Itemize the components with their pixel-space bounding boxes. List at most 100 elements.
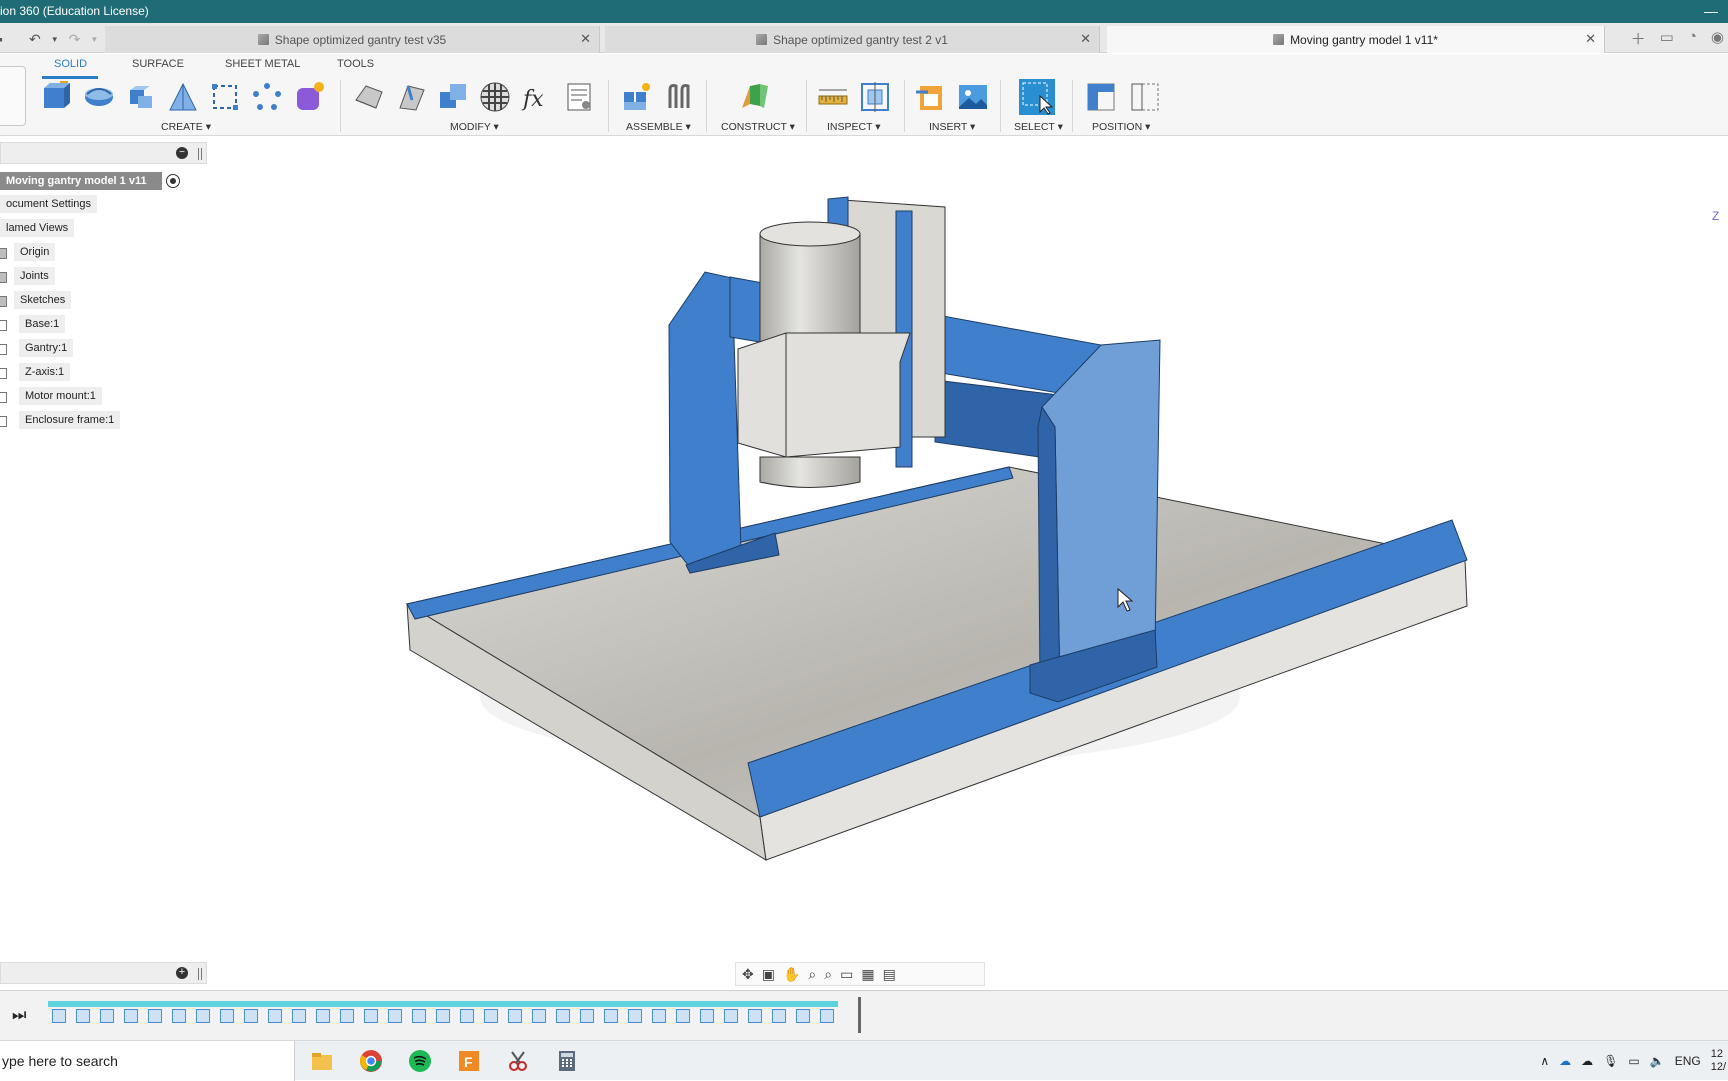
close-icon[interactable]: ✕ [1080, 31, 1091, 47]
pan-icon[interactable]: ✋ [783, 966, 800, 983]
visibility-icon[interactable] [0, 272, 7, 283]
comments-icon[interactable]: ▭ [1660, 28, 1674, 49]
timeline-feature[interactable] [268, 1009, 282, 1023]
show-hidden-icons-icon[interactable]: ∧ [1540, 1054, 1549, 1068]
insert-derive-icon[interactable] [914, 80, 948, 114]
pin-comments-icon[interactable] [198, 968, 202, 980]
viewports-icon[interactable]: ▤ [883, 966, 896, 983]
measure-icon[interactable] [816, 80, 850, 114]
revolve-icon[interactable] [124, 80, 158, 114]
tab-tools[interactable]: TOOLS [337, 58, 374, 70]
tree-item-joints[interactable]: Joints [14, 267, 55, 285]
visibility-icon[interactable] [0, 296, 7, 307]
capture-position-icon[interactable] [1084, 80, 1118, 114]
tree-item-base[interactable]: Base:1 [19, 315, 66, 333]
select-icon[interactable] [1018, 78, 1056, 116]
doc-tab-gantry-test-v35[interactable]: Shape optimized gantry test v35 ✕ [105, 26, 600, 53]
pin-browser-icon[interactable] [198, 148, 202, 160]
redo-icon[interactable]: ↷ [69, 31, 81, 48]
undo-icon[interactable]: ↶ [29, 31, 41, 48]
joint-icon[interactable] [662, 80, 696, 114]
timeline-feature[interactable] [652, 1009, 666, 1023]
tree-item-named-views[interactable]: lamed Views [0, 219, 75, 237]
timeline-feature[interactable] [148, 1009, 162, 1023]
component-icon[interactable] [0, 392, 7, 403]
minimize-button[interactable]: — [1704, 0, 1718, 23]
tree-item-enclosure-frame[interactable]: Enclosure frame:1 [19, 411, 121, 429]
cloud-sync-icon[interactable]: ☁ [1581, 1054, 1593, 1068]
modify-menu[interactable]: MODIFY ▾ [450, 121, 499, 133]
combine-icon[interactable] [436, 80, 470, 114]
tab-surface[interactable]: SURFACE [132, 58, 184, 70]
undo-dropdown-icon[interactable]: ▼ [51, 35, 59, 44]
visibility-icon[interactable] [0, 248, 7, 259]
timeline-feature[interactable] [772, 1009, 786, 1023]
insert-menu[interactable]: INSERT ▾ [929, 121, 975, 133]
fit-icon[interactable]: ⌕ [824, 966, 832, 983]
onedrive-icon[interactable]: ☁ [1559, 1054, 1571, 1068]
timeline-feature[interactable] [628, 1009, 642, 1023]
timeline-feature[interactable] [460, 1009, 474, 1023]
timeline-feature[interactable] [436, 1009, 450, 1023]
extrude-icon[interactable] [82, 80, 116, 114]
tree-item-origin[interactable]: Origin [14, 243, 56, 261]
timeline-feature[interactable] [532, 1009, 546, 1023]
add-comment-icon[interactable]: + [176, 967, 188, 979]
grid-settings-icon[interactable]: ▦ [861, 966, 874, 983]
display-settings-icon[interactable]: ▭ [840, 966, 853, 983]
spotify-icon[interactable] [408, 1049, 432, 1073]
collapse-browser-icon[interactable]: − [176, 147, 188, 159]
timeline-feature[interactable] [484, 1009, 498, 1023]
chrome-icon[interactable] [359, 1049, 383, 1073]
fusion-360-icon[interactable]: F [457, 1049, 481, 1073]
construct-menu[interactable]: CONSTRUCT ▾ [721, 121, 795, 133]
create-menu[interactable]: CREATE ▾ [161, 121, 211, 133]
position-menu[interactable]: POSITION ▾ [1092, 121, 1150, 133]
timeline-feature[interactable] [292, 1009, 306, 1023]
timeline-feature[interactable] [52, 1009, 66, 1023]
3d-viewport[interactable]: Z [0, 137, 1728, 989]
timeline-feature[interactable] [820, 1009, 834, 1023]
press-pull-icon[interactable] [352, 80, 386, 114]
component-icon[interactable] [0, 344, 7, 355]
timeline-feature[interactable] [100, 1009, 114, 1023]
timeline-feature[interactable] [220, 1009, 234, 1023]
network-icon[interactable]: ▭ [1628, 1054, 1639, 1068]
close-icon[interactable]: ✕ [1585, 31, 1596, 47]
timeline-feature[interactable] [724, 1009, 738, 1023]
select-menu[interactable]: SELECT ▾ [1014, 121, 1063, 133]
doc-tab-gantry-test-2[interactable]: Shape optimized gantry test 2 v1 ✕ [605, 26, 1100, 53]
calculator-icon[interactable] [555, 1049, 579, 1073]
snipping-tool-icon[interactable] [506, 1049, 530, 1073]
taskbar-search-input[interactable]: ype here to search [0, 1041, 295, 1081]
tab-sheet-metal[interactable]: SHEET METAL [225, 58, 300, 70]
help-icon[interactable]: ◉ [1711, 28, 1724, 49]
timeline-feature[interactable] [508, 1009, 522, 1023]
browser-root-component[interactable]: Moving gantry model 1 v11 [0, 172, 162, 190]
timeline-feature[interactable] [124, 1009, 138, 1023]
timeline-feature[interactable] [580, 1009, 594, 1023]
compute-all-icon[interactable] [562, 80, 596, 114]
save-icon[interactable]: ▪ [0, 31, 3, 47]
timeline-feature[interactable] [796, 1009, 810, 1023]
timeline-feature[interactable] [76, 1009, 90, 1023]
timeline-feature[interactable] [196, 1009, 210, 1023]
timeline-marker[interactable] [858, 997, 861, 1033]
component-icon[interactable] [0, 320, 7, 331]
workspace-switcher[interactable] [0, 66, 26, 126]
clock[interactable]: 12 12/ [1711, 1048, 1726, 1074]
rectangular-pattern-icon[interactable] [208, 80, 242, 114]
offset-plane-icon[interactable] [738, 80, 772, 114]
tab-solid[interactable]: SOLID [54, 58, 87, 70]
fillet-icon[interactable] [394, 80, 428, 114]
timeline-feature[interactable] [244, 1009, 258, 1023]
file-explorer-icon[interactable] [310, 1049, 334, 1073]
component-icon[interactable] [0, 368, 7, 379]
timeline-feature[interactable] [412, 1009, 426, 1023]
assemble-menu[interactable]: ASSEMBLE ▾ [626, 121, 691, 133]
job-status-icon[interactable]: ◔ [1688, 28, 1697, 49]
tree-item-motor-mount[interactable]: Motor mount:1 [19, 387, 102, 405]
microphone-icon[interactable]: 🎙 [1603, 1054, 1618, 1068]
viewcube-z-label[interactable]: Z [1712, 209, 1719, 223]
timeline-feature[interactable] [388, 1009, 402, 1023]
